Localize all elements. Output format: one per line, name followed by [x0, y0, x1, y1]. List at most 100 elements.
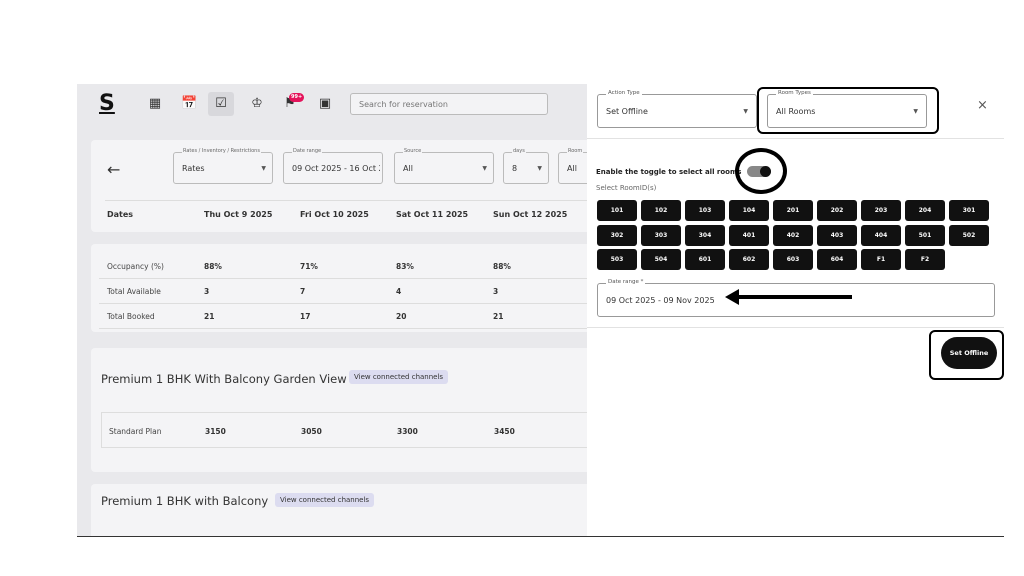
- room-id-button[interactable]: 103: [685, 200, 725, 221]
- app-logo[interactable]: S: [99, 91, 115, 116]
- room-id-button[interactable]: 104: [729, 200, 769, 221]
- room-select[interactable]: Room All: [558, 148, 587, 184]
- stat-value: 71%: [300, 262, 318, 271]
- room-id-button[interactable]: 601: [685, 249, 725, 270]
- dashboard-icon[interactable]: ▦: [147, 96, 163, 112]
- room-id-button[interactable]: 503: [597, 249, 637, 270]
- room-id-button[interactable]: 504: [641, 249, 681, 270]
- room-id-button[interactable]: 602: [729, 249, 769, 270]
- days-select[interactable]: days 8 ▼: [503, 148, 549, 184]
- toggle-highlight-circle: [735, 148, 787, 194]
- view-channels-button[interactable]: View connected channels: [275, 493, 375, 507]
- room-id-button[interactable]: 204: [905, 200, 945, 221]
- stat-value: 88%: [204, 262, 222, 271]
- room-type-title: Premium 1 BHK with Balcony: [101, 494, 269, 508]
- plan-rate[interactable]: 3050: [301, 427, 322, 436]
- calendar-check-icon[interactable]: ☑: [208, 92, 234, 116]
- room-id-button[interactable]: 501: [905, 224, 945, 246]
- view-channels-button[interactable]: View connected channels: [349, 370, 449, 384]
- room-id-button[interactable]: 403: [817, 224, 857, 246]
- stat-label: Occupancy (%): [107, 262, 164, 271]
- top-bar: S ▦ 📅 ☑ ♔ ⚑ 99+ ▣ Search for reservation: [77, 84, 587, 124]
- date-header-cell: Dates: [107, 210, 134, 219]
- table-row: Occupancy (%) 88% 71% 83% 88%: [99, 254, 587, 279]
- room-id-button[interactable]: F2: [905, 249, 945, 270]
- room-label: Room: [567, 148, 584, 154]
- room-id-button[interactable]: 302: [597, 224, 637, 246]
- room-value: All: [567, 164, 577, 173]
- back-arrow-icon[interactable]: ←: [107, 160, 120, 179]
- days-value: 8: [512, 164, 518, 173]
- date-header-cell: Sun Oct 12 2025: [493, 210, 568, 219]
- room-type-card: Premium 1 BHK with Balcony View connecte…: [91, 484, 587, 536]
- filter-card: ← Rates / Inventory / Restrictions Rates…: [91, 140, 587, 232]
- stat-value: 4: [396, 287, 402, 296]
- rates-select-value: Rates: [182, 164, 205, 173]
- image-icon[interactable]: ▣: [317, 96, 333, 112]
- room-types-label: Room Types: [776, 90, 813, 96]
- room-id-button[interactable]: 401: [729, 224, 769, 246]
- days-label: days: [512, 148, 526, 154]
- room-id-button[interactable]: 301: [949, 200, 989, 221]
- room-id-button[interactable]: 304: [685, 224, 725, 246]
- toggle-label: Enable the toggle to select all rooms: [596, 168, 742, 176]
- plan-label: Standard Plan: [109, 427, 162, 436]
- table-row: Total Booked 21 17 20 21: [99, 304, 587, 329]
- stat-value: 21: [493, 312, 504, 321]
- room-id-button[interactable]: 402: [773, 224, 813, 246]
- room-id-button[interactable]: 203: [861, 200, 901, 221]
- stat-value: 7: [300, 287, 306, 296]
- date-header-cell: Fri Oct 10 2025: [300, 210, 369, 219]
- app-frame: S ▦ 📅 ☑ ♔ ⚑ 99+ ▣ Search for reservation…: [77, 84, 1004, 537]
- calendar-icon[interactable]: 📅: [181, 96, 197, 112]
- rates-select[interactable]: Rates / Inventory / Restrictions Rates ▼: [173, 148, 273, 184]
- chevron-down-icon: ▼: [743, 108, 748, 115]
- search-input[interactable]: Search for reservation: [350, 93, 548, 115]
- plan-rate[interactable]: 3150: [205, 427, 226, 436]
- stat-value: 3: [204, 287, 210, 296]
- room-type-card: Premium 1 BHK With Balcony Garden View V…: [91, 348, 587, 472]
- room-id-button[interactable]: 404: [861, 224, 901, 246]
- notification-badge: 99+: [289, 93, 305, 102]
- set-offline-button[interactable]: Set Offline: [941, 337, 997, 369]
- room-id-button[interactable]: 102: [641, 200, 681, 221]
- room-id-button[interactable]: 202: [817, 200, 857, 221]
- date-range-field[interactable]: Date range 09 Oct 2025 - 16 Oct 2: [283, 148, 383, 184]
- room-id-button[interactable]: 502: [949, 224, 989, 246]
- action-type-value: Set Offline: [606, 107, 648, 116]
- room-id-button[interactable]: F1: [861, 249, 901, 270]
- source-value: All: [403, 164, 413, 173]
- plan-rate[interactable]: 3450: [494, 427, 515, 436]
- plan-rate[interactable]: 3300: [397, 427, 418, 436]
- stat-value: 20: [396, 312, 407, 321]
- chevron-down-icon: ▼: [913, 108, 918, 115]
- close-icon[interactable]: ×: [977, 98, 988, 113]
- annotation-arrow-line: [737, 295, 852, 299]
- room-id-button[interactable]: 201: [773, 200, 813, 221]
- room-id-button[interactable]: 604: [817, 249, 857, 270]
- chevron-down-icon: ▼: [261, 165, 266, 172]
- room-types-select[interactable]: Room Types All Rooms ▼: [767, 90, 927, 128]
- action-type-label: Action Type: [606, 90, 642, 96]
- luggage-icon[interactable]: ♔: [249, 96, 265, 112]
- date-range-value: 09 Oct 2025 - 16 Oct 2: [292, 164, 380, 173]
- source-select[interactable]: Source All ▼: [394, 148, 494, 184]
- divider: [587, 138, 1004, 139]
- room-types-value: All Rooms: [776, 107, 816, 116]
- room-id-button[interactable]: 303: [641, 224, 681, 246]
- room-id-button[interactable]: 101: [597, 200, 637, 221]
- action-type-select[interactable]: Action Type Set Offline ▼: [597, 90, 757, 128]
- offline-date-range-field[interactable]: Date range * 09 Oct 2025 - 09 Nov 2025: [597, 279, 995, 317]
- offline-date-range-value: 09 Oct 2025 - 09 Nov 2025: [606, 296, 715, 305]
- rates-inventory-page: S ▦ 📅 ☑ ♔ ⚑ 99+ ▣ Search for reservation…: [77, 84, 587, 536]
- stat-value: 88%: [493, 262, 511, 271]
- room-id-button[interactable]: 603: [773, 249, 813, 270]
- date-header-cell: Sat Oct 11 2025: [396, 210, 469, 219]
- stat-label: Total Available: [107, 287, 161, 296]
- date-header-row: Dates Thu Oct 9 2025 Fri Oct 10 2025 Sat…: [105, 200, 587, 228]
- set-offline-panel: Action Type Set Offline ▼ Room Types All…: [587, 84, 1004, 536]
- table-row: Standard Plan 3150 3050 3300 3450: [101, 412, 587, 448]
- date-header-cell: Thu Oct 9 2025: [204, 210, 273, 219]
- rates-select-label: Rates / Inventory / Restrictions: [182, 148, 261, 154]
- chevron-down-icon: ▼: [482, 165, 487, 172]
